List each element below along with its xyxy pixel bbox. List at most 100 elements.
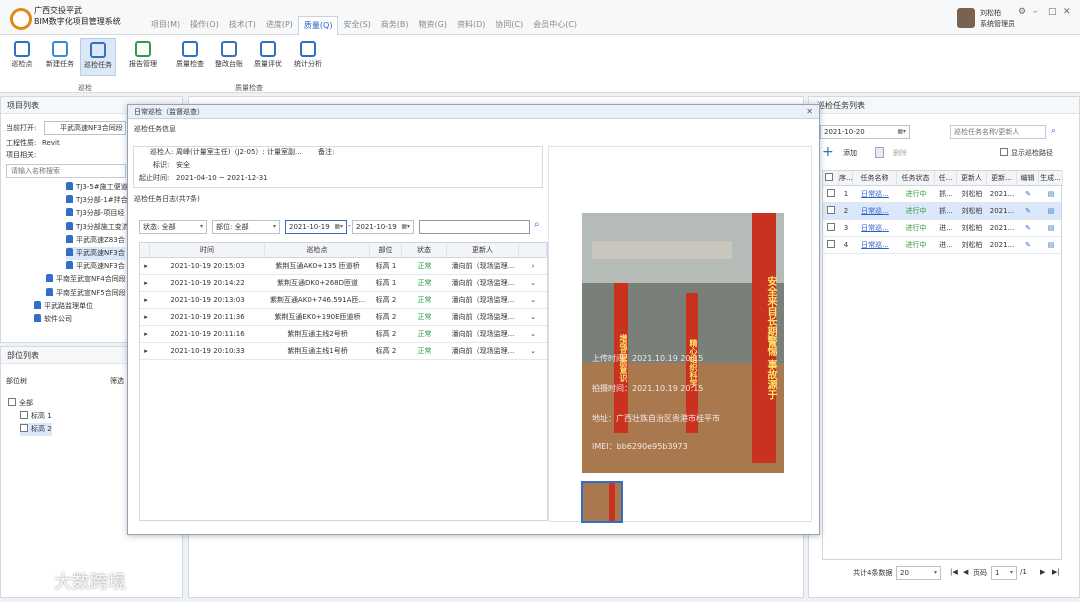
ribbon-button-4[interactable]: 质量检查	[172, 38, 208, 76]
task-row[interactable]: 2 日常巡... 进行中 抓... 刘松柏 2021... ✎ ▤	[823, 203, 1061, 220]
part-tree-item-all[interactable]: 全部	[8, 397, 33, 410]
log-row[interactable]: ▸ 2021-10-19 20:14:22 紫荆互通DK0+268D匝道 标高 1 正常…	[140, 275, 547, 292]
task-cell-name[interactable]: 日常巡...	[853, 186, 897, 203]
chevron-icon[interactable]: ⌄	[519, 309, 547, 326]
avatar[interactable]	[957, 8, 975, 28]
tab-4[interactable]: 质量(Q)	[297, 16, 339, 35]
checkbox[interactable]	[8, 398, 16, 406]
search-icon[interactable]: ⌕	[534, 219, 540, 230]
log-column-header[interactable]: 状态	[402, 243, 447, 258]
search-icon[interactable]: ⌕	[1051, 126, 1056, 136]
project-tree-item[interactable]: 平南至武宣NF4合同段	[46, 273, 126, 286]
checkbox[interactable]	[825, 173, 833, 181]
task-date-picker[interactable]: 2021-10-20 ▦▾	[820, 125, 910, 139]
task-column-header[interactable]	[823, 171, 839, 186]
checkbox[interactable]	[1000, 148, 1008, 156]
tab-8[interactable]: 资料(D)	[452, 16, 490, 35]
log-column-header[interactable]: 时间	[150, 243, 265, 258]
edit-icon[interactable]: ✎	[1017, 220, 1039, 237]
task-search-input[interactable]	[950, 125, 1046, 139]
checkbox[interactable]	[826, 189, 835, 197]
ribbon-button-2[interactable]: 巡检任务	[80, 38, 116, 76]
log-column-header[interactable]: 巡检点	[265, 243, 370, 258]
chevron-icon[interactable]: ⌄	[519, 292, 547, 309]
checkbox[interactable]	[826, 223, 835, 231]
ribbon-button-7[interactable]: 统计分析	[290, 38, 326, 76]
tab-6[interactable]: 商务(B)	[376, 16, 414, 35]
task-cell-name[interactable]: 日常巡...	[853, 237, 897, 254]
settings-icon[interactable]: ⚙	[1018, 7, 1026, 17]
date-from-picker[interactable]: 2021-10-19 ▦▾	[285, 220, 347, 234]
ribbon-button-3[interactable]: 报告管理	[122, 38, 164, 76]
tab-9[interactable]: 协同(C)	[490, 16, 528, 35]
project-search-input[interactable]	[6, 164, 126, 178]
task-row[interactable]: 4 日常巡... 进行中 进... 刘松柏 2021... ✎ ▤	[823, 237, 1061, 254]
task-row[interactable]: 1 日常巡... 进行中 抓... 刘松柏 2021... ✎ ▤	[823, 186, 1061, 203]
chevron-icon[interactable]: ⌄	[519, 326, 547, 343]
delete-button[interactable]: 删除	[893, 148, 907, 159]
dialog-close-icon[interactable]: ✕	[806, 107, 813, 116]
task-row-select[interactable]	[826, 203, 838, 220]
task-column-header[interactable]: 任务状态	[897, 171, 935, 186]
checkbox[interactable]	[20, 424, 28, 432]
generate-report-icon[interactable]: ▤	[1039, 186, 1063, 203]
prev-page-icon[interactable]: ◀	[963, 568, 968, 576]
tab-5[interactable]: 安全(S)	[338, 16, 375, 35]
project-tree-item[interactable]: 平武高速NF3合	[66, 260, 125, 273]
log-column-header[interactable]	[519, 243, 547, 258]
task-column-header[interactable]: 序...	[839, 171, 853, 186]
expand-icon[interactable]: ▸	[142, 258, 150, 275]
tab-10[interactable]: 会员中心(C)	[528, 16, 582, 35]
task-column-header[interactable]: 生成...	[1039, 171, 1063, 186]
task-cell-name[interactable]: 日常巡...	[853, 220, 897, 237]
first-page-icon[interactable]: |◀	[950, 568, 958, 576]
current-project-select[interactable]: 平武高速NF3合同段	[44, 121, 126, 135]
project-tree-item[interactable]: 平武高速NF3合	[66, 247, 125, 260]
show-route-toggle[interactable]: 显示巡检路径	[1000, 148, 1053, 159]
expand-icon[interactable]: ▸	[142, 292, 150, 309]
project-tree-item[interactable]: TJ3分部-1#拌合	[66, 194, 128, 207]
task-column-header[interactable]: 更新人	[957, 171, 987, 186]
part-filter[interactable]: 部位: 全部 ▾	[212, 220, 280, 234]
date-to-picker[interactable]: 2021-10-19 ▦▾	[352, 220, 414, 234]
log-column-header[interactable]: 更新人	[447, 243, 519, 258]
project-tree-item[interactable]: 软件公司	[34, 313, 72, 326]
checkbox[interactable]	[826, 240, 835, 248]
ribbon-button-0[interactable]: 巡检点	[4, 38, 40, 76]
log-column-header[interactable]: 部位	[370, 243, 402, 258]
expand-icon[interactable]: ▸	[142, 326, 150, 343]
part-filter-label[interactable]: 筛选	[110, 376, 124, 387]
expand-icon[interactable]: ▸	[142, 343, 150, 360]
part-tree-item-level1[interactable]: 标高 1	[20, 410, 52, 423]
tab-0[interactable]: 项目(M)	[146, 16, 185, 35]
chevron-icon[interactable]: ⌄	[519, 343, 547, 360]
ribbon-button-5[interactable]: 整改台账	[211, 38, 247, 76]
project-tree-item[interactable]: 平武高速Z83合	[66, 234, 125, 247]
log-row[interactable]: ▸ 2021-10-19 20:11:36 紫荆互通EK0+190E匝道桥 标高 2 正…	[140, 309, 547, 326]
expand-icon[interactable]: ▸	[142, 275, 150, 292]
ribbon-button-6[interactable]: 质量评优	[250, 38, 286, 76]
generate-report-icon[interactable]: ▤	[1039, 203, 1063, 220]
inspection-photo[interactable]: 安全来自长期警惕 事故源于 增强品质意识 精心组织科学 上传时间：2021.10…	[582, 213, 784, 473]
add-icon[interactable]: +	[822, 145, 834, 159]
chevron-icon[interactable]: ›	[519, 258, 547, 275]
checkbox[interactable]	[826, 206, 835, 214]
minimize-icon[interactable]: –	[1033, 7, 1038, 17]
next-page-icon[interactable]: ▶	[1040, 568, 1045, 576]
project-tree-item[interactable]: 平武路监理单位	[34, 300, 93, 313]
last-page-icon[interactable]: ▶|	[1052, 568, 1060, 576]
edit-icon[interactable]: ✎	[1017, 237, 1039, 254]
tab-3[interactable]: 进度(P)	[261, 16, 298, 35]
generate-report-icon[interactable]: ▤	[1039, 237, 1063, 254]
status-filter[interactable]: 状态: 全部 ▾	[139, 220, 207, 234]
part-tree-item-level2[interactable]: 标高 2	[20, 423, 52, 436]
task-column-header[interactable]: 更新...	[987, 171, 1017, 186]
log-column-header[interactable]	[140, 243, 150, 258]
edit-icon[interactable]: ✎	[1017, 203, 1039, 220]
add-button[interactable]: 添加	[843, 148, 857, 159]
page-size-select[interactable]: 20 ▾	[896, 566, 941, 580]
project-tree-item[interactable]: TJ3分部-项目经	[66, 207, 124, 220]
tab-2[interactable]: 技术(T)	[224, 16, 261, 35]
checkbox[interactable]	[20, 411, 28, 419]
project-tree-item[interactable]: 平南至武宣NF5合同段	[46, 287, 126, 300]
